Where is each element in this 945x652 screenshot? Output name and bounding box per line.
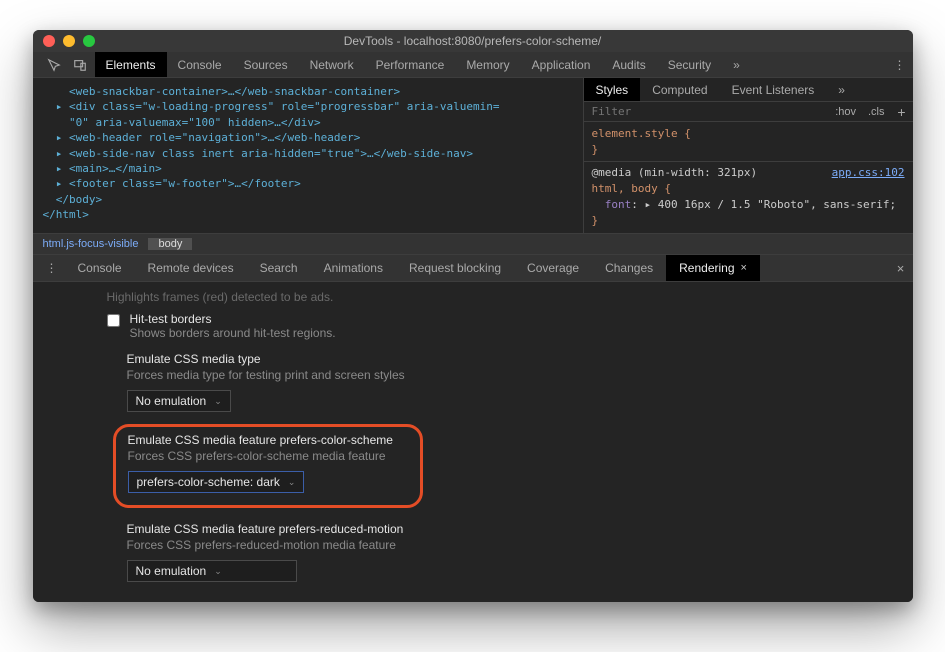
styles-rules[interactable]: element.style { } @media (min-width: 321… — [584, 122, 913, 233]
tab-security[interactable]: Security — [657, 52, 722, 77]
styles-tab-eventlisteners[interactable]: Event Listeners — [720, 78, 827, 101]
rendering-panel: Highlights frames (red) detected to be a… — [33, 282, 913, 602]
close-tab-icon[interactable]: × — [741, 262, 747, 274]
styles-overflow-icon[interactable]: » — [826, 78, 857, 101]
tab-sources[interactable]: Sources — [233, 52, 299, 77]
tab-performance[interactable]: Performance — [365, 52, 456, 77]
dom-tree[interactable]: <web-snackbar-container>…</web-snackbar-… — [33, 78, 583, 233]
hit-test-title: Hit-test borders — [130, 312, 336, 326]
color-scheme-select[interactable]: prefers-color-scheme: dark ⌄ — [128, 471, 305, 493]
maximize-window-icon[interactable] — [83, 35, 95, 47]
device-toolbar-icon[interactable] — [69, 54, 91, 76]
tab-audits[interactable]: Audits — [601, 52, 656, 77]
minimize-window-icon[interactable] — [63, 35, 75, 47]
tab-network[interactable]: Network — [299, 52, 365, 77]
color-scheme-title: Emulate CSS media feature prefers-color-… — [128, 433, 408, 447]
option-hit-test-borders: Hit-test borders Shows borders around hi… — [53, 306, 913, 342]
breadcrumb: html.js-focus-visible body — [33, 233, 913, 255]
devtools-window: DevTools - localhost:8080/prefers-color-… — [33, 30, 913, 602]
close-window-icon[interactable] — [43, 35, 55, 47]
drawer-tab-animations[interactable]: Animations — [311, 255, 396, 281]
tab-application[interactable]: Application — [521, 52, 602, 77]
new-style-rule-icon[interactable]: + — [891, 104, 913, 120]
media-type-sub: Forces media type for testing print and … — [127, 368, 913, 382]
elements-panel: <web-snackbar-container>…</web-snackbar-… — [33, 78, 913, 233]
styles-tab-computed[interactable]: Computed — [640, 78, 719, 101]
drawer-tabs: ⋮ Console Remote devices Search Animatio… — [33, 255, 913, 282]
drawer-tab-console[interactable]: Console — [65, 255, 135, 281]
crumb-html[interactable]: html.js-focus-visible — [33, 238, 149, 250]
close-drawer-icon[interactable]: × — [889, 261, 913, 276]
hit-test-borders-checkbox[interactable] — [107, 314, 120, 327]
color-scheme-sub: Forces CSS prefers-color-scheme media fe… — [128, 449, 408, 463]
styles-tabs: Styles Computed Event Listeners » — [584, 78, 913, 102]
drawer-tab-rendering[interactable]: Rendering× — [666, 255, 760, 281]
cls-toggle[interactable]: .cls — [862, 106, 891, 118]
settings-menu-icon[interactable]: ⋮ — [887, 58, 913, 72]
window-title: DevTools - localhost:8080/prefers-color-… — [33, 34, 913, 48]
chevron-down-icon: ⌄ — [214, 566, 222, 577]
emulate-reduced-motion-group: Emulate CSS media feature prefers-reduce… — [53, 512, 913, 582]
truncated-previous-option: Highlights frames (red) detected to be a… — [53, 286, 913, 306]
prefers-color-scheme-callout: Emulate CSS media feature prefers-color-… — [113, 424, 423, 508]
media-type-title: Emulate CSS media type — [127, 352, 913, 366]
chevron-down-icon: ⌄ — [214, 396, 222, 407]
drawer-tab-changes[interactable]: Changes — [592, 255, 666, 281]
tabs-overflow-icon[interactable]: » — [722, 52, 751, 77]
drawer-tab-search[interactable]: Search — [247, 255, 311, 281]
styles-filter-input[interactable] — [584, 105, 830, 118]
reduced-motion-sub: Forces CSS prefers-reduced-motion media … — [127, 538, 913, 552]
hov-toggle[interactable]: :hov — [829, 106, 862, 118]
drawer-menu-icon[interactable]: ⋮ — [39, 261, 65, 275]
drawer-tab-remote-devices[interactable]: Remote devices — [135, 255, 247, 281]
reduced-motion-title: Emulate CSS media feature prefers-reduce… — [127, 522, 913, 536]
titlebar: DevTools - localhost:8080/prefers-color-… — [33, 30, 913, 52]
styles-pane: Styles Computed Event Listeners » :hov .… — [583, 78, 913, 233]
hit-test-sub: Shows borders around hit-test regions. — [130, 326, 336, 340]
source-link[interactable]: app.css:102 — [832, 165, 905, 181]
reduced-motion-select[interactable]: No emulation ⌄ — [127, 560, 297, 582]
styles-filter-row: :hov .cls + — [584, 102, 913, 122]
drawer-tab-request-blocking[interactable]: Request blocking — [396, 255, 514, 281]
tab-elements[interactable]: Elements — [95, 52, 167, 77]
styles-tab-styles[interactable]: Styles — [584, 78, 641, 101]
chevron-down-icon: ⌄ — [288, 477, 296, 488]
tab-memory[interactable]: Memory — [455, 52, 520, 77]
tab-console[interactable]: Console — [167, 52, 233, 77]
main-toolbar: Elements Console Sources Network Perform… — [33, 52, 913, 78]
drawer-tab-coverage[interactable]: Coverage — [514, 255, 592, 281]
inspect-element-icon[interactable] — [43, 54, 65, 76]
main-tabs: Elements Console Sources Network Perform… — [95, 52, 751, 77]
emulate-media-type-group: Emulate CSS media type Forces media type… — [53, 342, 913, 412]
crumb-body[interactable]: body — [148, 238, 192, 250]
media-type-select[interactable]: No emulation ⌄ — [127, 390, 231, 412]
window-controls — [33, 35, 95, 47]
